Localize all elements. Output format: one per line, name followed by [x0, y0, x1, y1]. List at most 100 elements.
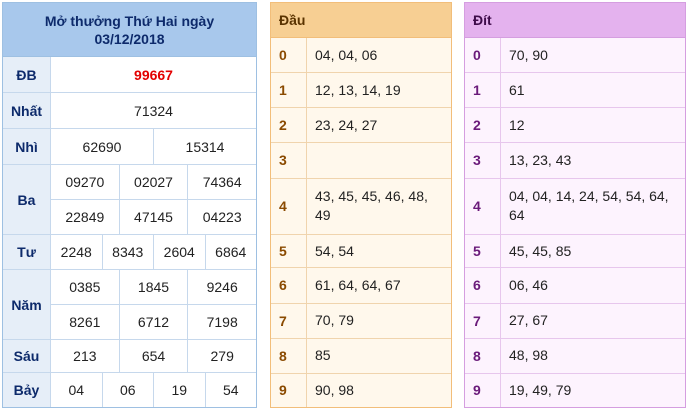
prize-number: 6864 [204, 235, 257, 269]
row-values: 70, 90 [509, 46, 548, 63]
prize-number-special: 99667 [134, 66, 173, 83]
prize-number: 54 [204, 373, 257, 407]
prize-row-third: Ba 09270 02027 74364 22849 47145 04223 [3, 165, 256, 235]
prize-number: 6712 [118, 305, 188, 339]
row-values: 19, 49, 79 [509, 381, 572, 398]
table-row: 0 70, 90 [465, 38, 685, 74]
row-values: 70, 79 [315, 312, 354, 329]
prize-row-fifth: Năm 0385 1845 9246 8261 6712 7198 [3, 270, 256, 340]
prize-number: 8261 [69, 314, 101, 330]
row-digit: 1 [465, 73, 501, 108]
row-digit: 7 [271, 303, 307, 338]
table-row: 6 06, 46 [465, 268, 685, 304]
results-title-line1: Mở thưởng Thứ Hai ngày [44, 12, 215, 29]
prize-number: 654 [118, 340, 188, 372]
row-digit: 7 [465, 303, 501, 338]
row-digit: 2 [271, 108, 307, 143]
row-values: 12, 13, 14, 19 [315, 81, 401, 98]
row-values: 12 [509, 116, 525, 133]
row-digit: 0 [271, 38, 307, 73]
row-values [307, 143, 451, 177]
row-values: 54, 54 [315, 242, 354, 259]
prize-number: 279 [187, 340, 256, 372]
table-row: 9 90, 98 [271, 373, 451, 407]
table-row: 4 43, 45, 45, 46, 48, 49 [271, 178, 451, 236]
prize-number: 1845 [118, 270, 188, 304]
prize-label: Tư [3, 235, 51, 269]
table-row: 5 54, 54 [271, 235, 451, 269]
row-digit: 3 [271, 143, 307, 178]
prize-number: 8343 [101, 235, 154, 269]
prize-label: Ba [3, 165, 51, 234]
row-values: 43, 45, 45, 46, 48, 49 [315, 188, 428, 224]
prize-number: 7198 [187, 305, 256, 339]
row-values: 27, 67 [509, 312, 548, 329]
row-values: 48, 98 [509, 347, 548, 364]
results-draw-date: 03/12/2018 [94, 30, 165, 47]
row-values: 45, 45, 85 [509, 242, 572, 259]
row-digit: 3 [465, 143, 501, 178]
table-row: 7 70, 79 [271, 303, 451, 339]
prize-row-special: ĐB 99667 [3, 57, 256, 93]
prize-label: Sáu [3, 340, 51, 372]
prize-number: 213 [73, 348, 97, 364]
row-digit: 8 [465, 338, 501, 373]
prize-number: 2604 [153, 235, 205, 269]
table-row: 1 61 [465, 73, 685, 109]
prize-row-fourth: Tư 2248 8343 2604 6864 [3, 235, 256, 270]
row-digit: 9 [271, 373, 307, 407]
results-title: Mở thưởng Thứ Hai ngày 03/12/2018 [3, 3, 256, 57]
tail-digits-table: Đít 0 70, 90 1 61 2 12 3 13, 23, 43 4 04… [464, 2, 686, 408]
prize-number: 15314 [153, 129, 256, 164]
row-digit: 4 [271, 178, 307, 235]
table-row: 2 23, 24, 27 [271, 108, 451, 144]
row-digit: 6 [271, 268, 307, 303]
row-values: 06, 46 [509, 276, 548, 293]
row-digit: 6 [465, 268, 501, 303]
prize-row-seventh: Bảy 04 06 19 54 [3, 373, 256, 407]
prize-number: 04223 [187, 200, 256, 234]
row-values: 13, 23, 43 [509, 151, 572, 168]
table-row: 3 [271, 143, 451, 179]
prize-number: 9246 [187, 270, 256, 304]
prize-number: 0385 [69, 279, 101, 295]
table-row: 2 12 [465, 108, 685, 144]
table-row: 4 04, 04, 14, 24, 54, 54, 64, 64 [465, 178, 685, 236]
row-values: 85 [315, 347, 331, 364]
prize-label: Năm [3, 270, 51, 339]
table-row: 9 19, 49, 79 [465, 373, 685, 407]
prize-number: 47145 [118, 200, 188, 234]
head-digits-header: Đầu [271, 3, 451, 38]
prize-number: 71324 [134, 102, 173, 119]
row-digit: 5 [465, 235, 501, 268]
row-digit: 9 [465, 373, 501, 407]
prize-number: 19 [153, 373, 205, 407]
table-row: 0 04, 04, 06 [271, 38, 451, 74]
prize-number: 02027 [118, 165, 188, 199]
table-row: 8 85 [271, 338, 451, 374]
tail-digits-header: Đít [465, 3, 685, 38]
prize-number: 22849 [65, 209, 105, 225]
row-values: 61, 64, 64, 67 [315, 276, 401, 293]
table-row: 6 61, 64, 64, 67 [271, 268, 451, 304]
row-digit: 2 [465, 108, 501, 143]
prize-label: ĐB [3, 57, 51, 92]
prize-row-first: Nhất 71324 [3, 93, 256, 129]
prize-label: Bảy [3, 373, 51, 407]
prize-number: 74364 [187, 165, 256, 199]
prize-label: Nhất [3, 93, 51, 128]
prize-row-second: Nhì 62690 15314 [3, 129, 256, 165]
lottery-results-table: Mở thưởng Thứ Hai ngày 03/12/2018 ĐB 996… [2, 2, 257, 408]
prize-number: 04 [68, 382, 85, 398]
prize-label: Nhì [3, 129, 51, 164]
row-digit: 0 [465, 38, 501, 73]
row-values: 04, 04, 06 [315, 46, 378, 63]
table-row: 3 13, 23, 43 [465, 143, 685, 179]
row-values: 04, 04, 14, 24, 54, 54, 64, 64 [509, 188, 669, 224]
prize-number: 62690 [82, 138, 122, 155]
prize-number: 2248 [60, 244, 92, 260]
prize-number: 06 [101, 373, 154, 407]
row-values: 61 [509, 81, 525, 98]
table-row: 1 12, 13, 14, 19 [271, 73, 451, 109]
row-digit: 1 [271, 73, 307, 108]
